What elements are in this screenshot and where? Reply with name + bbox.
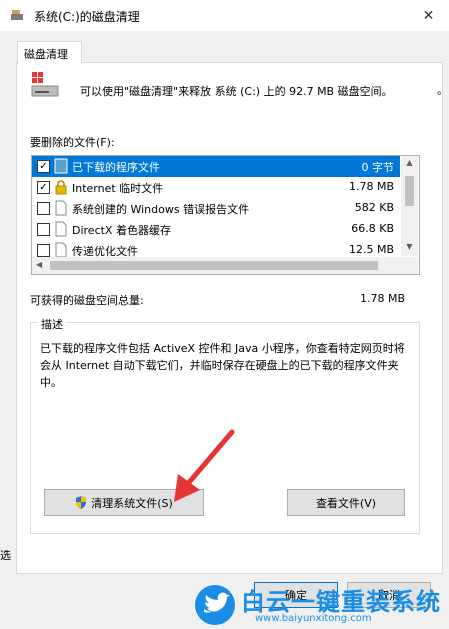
- windows-drive-icon: [31, 72, 59, 97]
- view-files-label: 查看文件(V): [315, 496, 377, 510]
- watermark-url: www.baiyunxitong.com: [255, 613, 372, 624]
- file-size: 582 KB: [354, 201, 394, 214]
- bird-logo-icon: [195, 585, 235, 625]
- checkbox[interactable]: [37, 223, 50, 236]
- vertical-scrollbar[interactable]: ▲ ▼: [401, 156, 418, 256]
- checkbox[interactable]: ✓: [37, 181, 50, 194]
- vertical-scroll-thumb[interactable]: [405, 176, 414, 206]
- file-size: 66.8 KB: [351, 222, 394, 235]
- file-icon: [55, 221, 67, 237]
- file-name: 已下载的程序文件: [72, 161, 160, 174]
- close-button[interactable]: ✕: [408, 0, 449, 31]
- space-total-label: 可获得的磁盘空间总量:: [30, 294, 144, 307]
- file-name: Internet 临时文件: [72, 182, 164, 195]
- list-item[interactable]: ✓ Internet 临时文件 1.78 MB: [32, 177, 400, 198]
- file-name: DirectX 着色器缓存: [72, 224, 171, 237]
- window-title: 系统(C:)的磁盘清理: [34, 10, 140, 24]
- checkbox[interactable]: ✓: [37, 160, 50, 173]
- description-label: 描述: [38, 316, 66, 332]
- horizontal-scroll-thumb[interactable]: [50, 261, 378, 270]
- scroll-left-icon[interactable]: ◀: [36, 260, 42, 269]
- checkbox[interactable]: [37, 244, 50, 257]
- file-size: 1.78 MB: [348, 180, 394, 193]
- horizontal-scrollbar[interactable]: ◀ ▶: [32, 257, 418, 274]
- space-total-value: 1.78 MB: [360, 292, 406, 305]
- info-text: 可以使用"磁盘清理"来释放 系统 (C:) 上的 92.7 MB 磁盘空间。: [80, 85, 393, 98]
- checkbox[interactable]: [37, 202, 50, 215]
- watermark: 白云一键重装系统 www.baiyunxitong.com: [195, 582, 449, 629]
- file-size: 12.5 MB: [348, 243, 394, 256]
- file-name: 系统创建的 Windows 错误报告文件: [72, 203, 250, 216]
- tab-disk-cleanup[interactable]: 磁盘清理: [17, 41, 82, 64]
- scroll-corner: [401, 257, 418, 274]
- scroll-down-icon[interactable]: ▼: [401, 242, 418, 251]
- red-arrow-annotation: [174, 429, 235, 502]
- file-size: 0 字节: [361, 161, 395, 174]
- file-icon: [55, 242, 67, 258]
- scroll-up-icon[interactable]: ▲: [401, 158, 418, 167]
- folder-file-icon: [54, 158, 68, 174]
- lock-icon: [55, 180, 67, 195]
- list-item[interactable]: ✓ 已下载的程序文件 0 字节: [32, 156, 400, 177]
- disk-cleanup-app-icon: [11, 10, 23, 20]
- close-icon: ✕: [422, 7, 435, 24]
- description-text: 已下载的程序文件包括 ActiveX 控件和 Java 小程序，你查看特定网页时…: [40, 342, 405, 389]
- list-item[interactable]: 系统创建的 Windows 错误报告文件 582 KB: [32, 198, 400, 219]
- tab-label: 磁盘清理: [24, 48, 68, 61]
- background-text-fragment: 。: [437, 84, 448, 97]
- background-text-fragment: 选: [0, 549, 11, 562]
- view-files-button[interactable]: 查看文件(V): [287, 489, 405, 516]
- files-to-delete-label: 要删除的文件(F):: [30, 136, 115, 149]
- list-item[interactable]: DirectX 着色器缓存 66.8 KB: [32, 219, 400, 240]
- uac-shield-icon: [76, 496, 87, 509]
- file-icon: [55, 200, 67, 216]
- watermark-title: 白云一键重装系统: [241, 588, 441, 616]
- file-list[interactable]: ✓ 已下载的程序文件 0 字节 ✓ Internet 临时文件 1.78 MB …: [31, 155, 420, 275]
